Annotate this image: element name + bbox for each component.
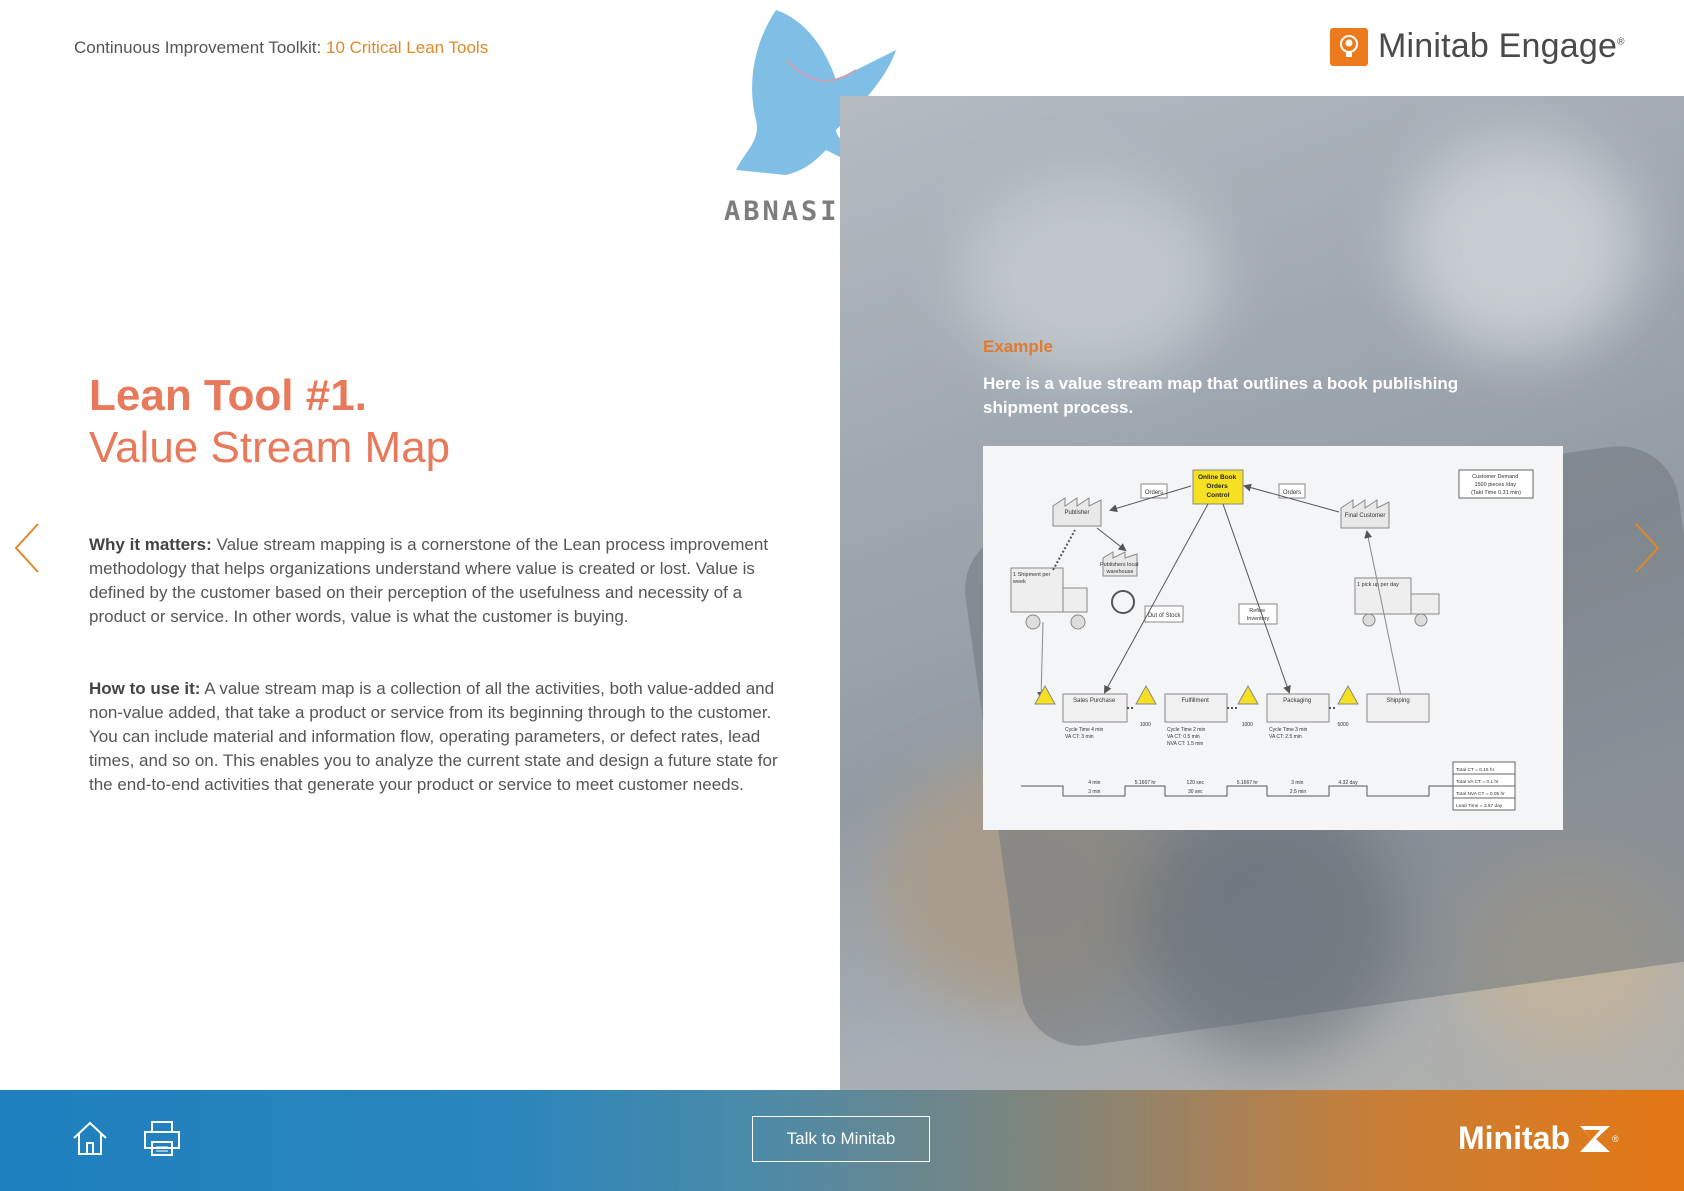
brand-registered-mark: ® bbox=[1617, 36, 1625, 48]
example-description: Here is a value stream map that outlines… bbox=[983, 374, 1459, 417]
breadcrumb-prefix: Continuous Improvement Toolkit: bbox=[74, 38, 326, 57]
print-icon[interactable] bbox=[142, 1118, 182, 1158]
next-page-arrow-icon[interactable] bbox=[1632, 520, 1662, 576]
engage-lightbulb-icon bbox=[1330, 27, 1368, 66]
minitab-arrow-icon bbox=[1579, 1125, 1610, 1152]
footer-brand-name: Minitab bbox=[1458, 1120, 1570, 1156]
timeline-top-values: 4 min 5.1667 hr 120 sec 5.1667 hr 3 min … bbox=[1088, 780, 1358, 786]
why-it-matters-paragraph: Why it matters: Value stream mapping is … bbox=[89, 533, 789, 629]
minitab-footer-logo: Minitab ® bbox=[1458, 1120, 1619, 1157]
breadcrumb: Continuous Improvement Toolkit: 10 Criti… bbox=[74, 38, 488, 58]
page-title: Lean Tool #1. Value Stream Map bbox=[89, 370, 450, 474]
minitab-engage-logo: Minitab Engage® bbox=[1330, 27, 1625, 66]
home-icon[interactable] bbox=[70, 1118, 110, 1158]
title-tool-name: Value Stream Map bbox=[89, 423, 451, 472]
talk-to-minitab-button[interactable]: Talk to Minitab bbox=[752, 1116, 930, 1162]
footer-bar: Talk to Minitab Minitab ® bbox=[0, 1090, 1684, 1191]
brand-name: Minitab Engage bbox=[1378, 27, 1618, 65]
out-of-stock-label: Out of Stock bbox=[1147, 613, 1181, 619]
final-customer-label: Final Customer bbox=[1345, 513, 1386, 519]
how-label: How to use it: bbox=[89, 679, 201, 698]
value-stream-map-diagram: Online Book Orders Control Customer Dema… bbox=[983, 446, 1563, 830]
how-to-use-paragraph: How to use it: A value stream map is a c… bbox=[89, 677, 789, 797]
orders-right-label: Orders bbox=[1283, 490, 1301, 496]
process-data: Cycle Time 4 min VA CT: 3 min Cycle Time… bbox=[1065, 727, 1309, 747]
example-label: Example bbox=[983, 337, 1053, 356]
title-tool-number: Lean Tool #1. bbox=[89, 371, 367, 420]
timeline-bottom-values: 3 min 30 sec 2.5 min bbox=[1088, 789, 1306, 795]
why-label: Why it matters: bbox=[89, 535, 212, 554]
footer-registered-mark: ® bbox=[1611, 1133, 1619, 1144]
publisher-label: Publisher bbox=[1064, 510, 1089, 516]
breadcrumb-link[interactable]: 10 Critical Lean Tools bbox=[326, 38, 488, 57]
previous-page-arrow-icon[interactable] bbox=[12, 520, 42, 576]
svg-text:Customer Demand 1500 pie: Customer Demand 1500 pieces /day (Takt T… bbox=[1471, 474, 1521, 496]
